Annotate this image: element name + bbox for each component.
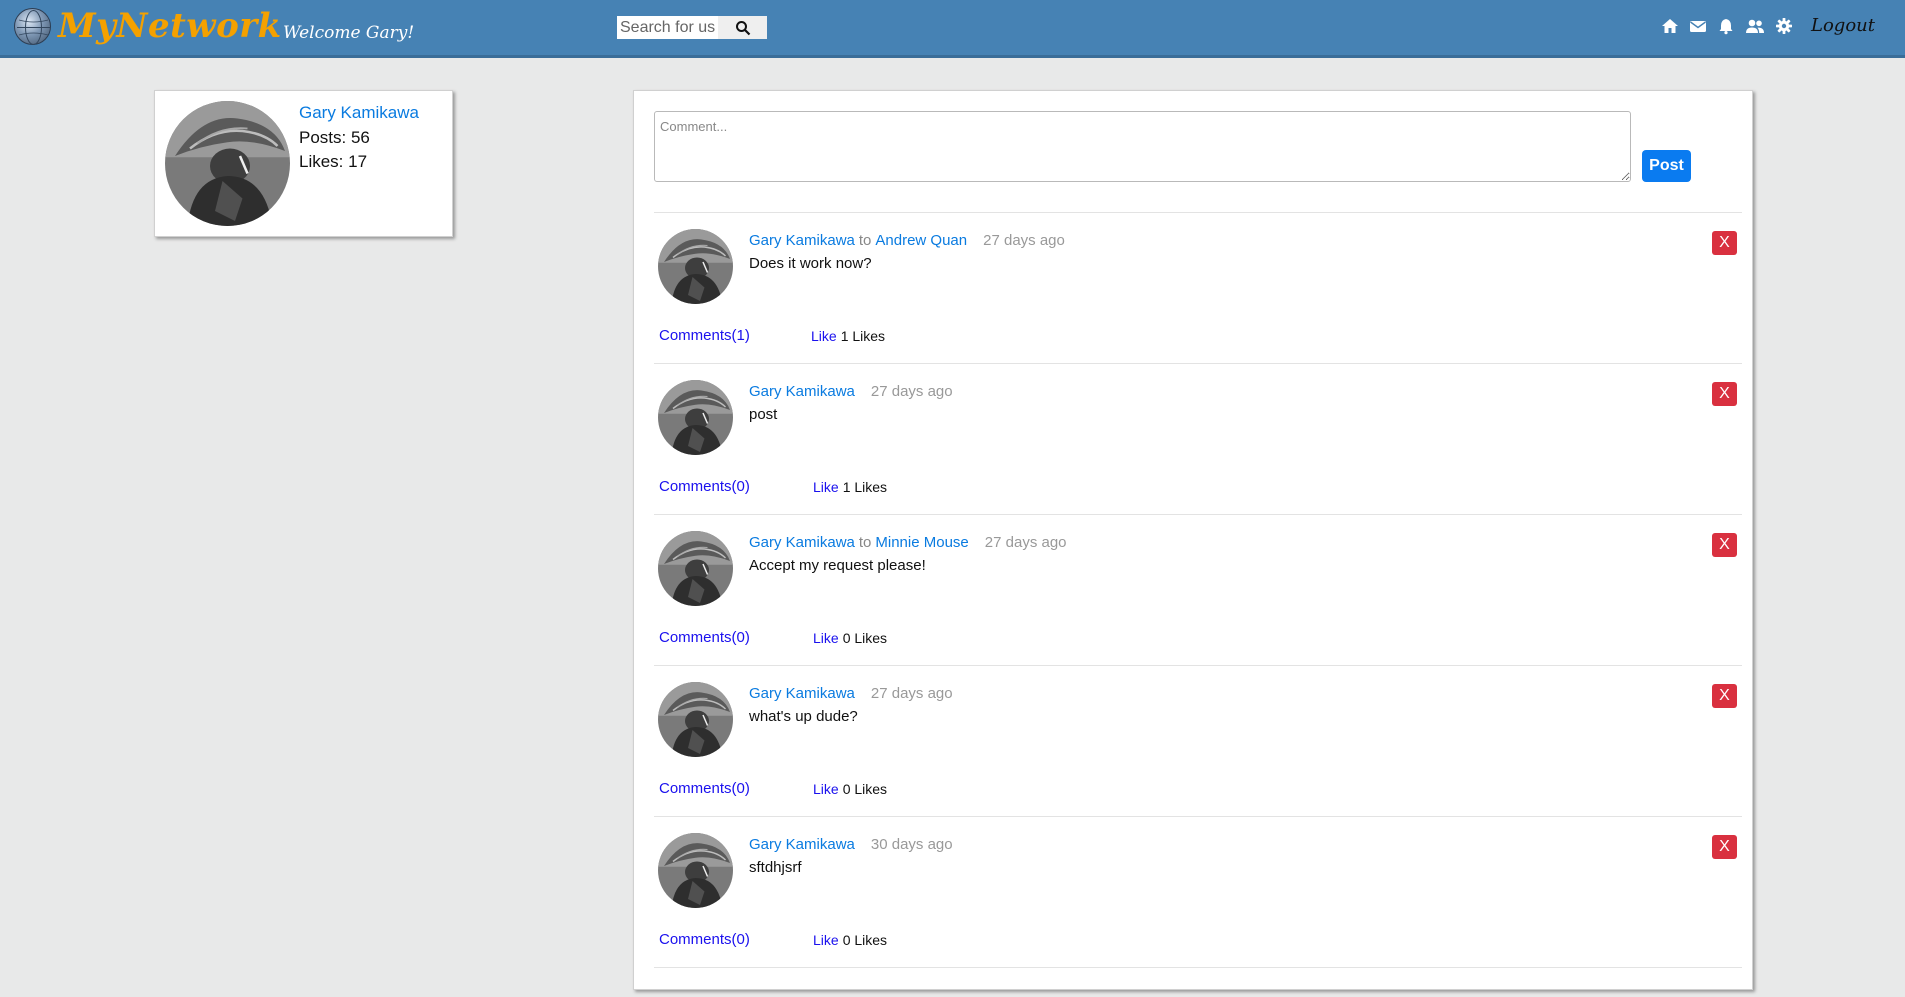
like-count: 1 Likes: [842, 479, 888, 495]
post-header: Gary Kamikawa to Minnie Mouse 27 days ago: [749, 534, 1067, 551]
feed-panel: Post Gary KamikawatoAndrew Quan27 days a…: [633, 90, 1753, 990]
delete-post-button[interactable]: X: [1712, 382, 1737, 406]
post-item: Gary Kamikawa to Minnie Mouse 27 days ago A…: [654, 514, 1742, 665]
like-count: 1 Likes: [840, 328, 886, 344]
like-count: 0 Likes: [842, 932, 888, 948]
post-text: post: [749, 406, 778, 423]
post-item: Gary Kamikawa to Andrew Quan 27 days ago Do…: [654, 212, 1742, 363]
post-text: Accept my request please!: [749, 557, 926, 574]
search-bar: [617, 16, 767, 39]
like-row: Like 1 Likes: [813, 479, 887, 495]
post-header: Gary Kamikawa to Andrew Quan 27 days ago: [749, 232, 1065, 249]
envelope-icon[interactable]: [1689, 17, 1707, 35]
post-item-partial: [654, 967, 1742, 997]
search-button[interactable]: [718, 16, 767, 39]
post-item: Gary Kamikawa 27 days ago post X Comments…: [654, 363, 1742, 514]
avatar[interactable]: [165, 101, 290, 226]
like-link[interactable]: Like: [813, 479, 839, 495]
post-author-link[interactable]: Gary Kamikawa: [749, 534, 855, 551]
post-item: Gary Kamikawa 30 days ago sftdhjsrf X Com…: [654, 816, 1742, 967]
comments-link[interactable]: Comments(0): [659, 780, 750, 797]
post-timestamp: 27 days ago: [983, 232, 1065, 249]
posts-count: Posts: 56: [299, 128, 370, 147]
globe-logo-icon[interactable]: [14, 8, 51, 45]
like-link[interactable]: Like: [813, 630, 839, 646]
post-header: Gary Kamikawa 27 days ago: [749, 383, 953, 400]
delete-post-button[interactable]: X: [1712, 533, 1737, 557]
search-input[interactable]: [617, 16, 718, 39]
like-link[interactable]: Like: [813, 932, 839, 948]
avatar[interactable]: [658, 682, 733, 757]
likes-count: Likes: 17: [299, 152, 368, 171]
home-icon[interactable]: [1661, 17, 1679, 35]
post-header: Gary Kamikawa 27 days ago: [749, 685, 953, 702]
post-author-link[interactable]: Gary Kamikawa: [749, 232, 855, 249]
nav-icon-group: Logout: [1661, 15, 1875, 36]
like-count: 0 Likes: [842, 781, 888, 797]
comments-link[interactable]: Comments(0): [659, 931, 750, 948]
comment-input[interactable]: [654, 111, 1631, 182]
logout-link[interactable]: Logout: [1811, 15, 1875, 36]
like-count: 0 Likes: [842, 630, 888, 646]
post-timestamp: 27 days ago: [870, 383, 953, 400]
post-timestamp: 27 days ago: [984, 534, 1067, 551]
delete-post-button[interactable]: X: [1712, 835, 1737, 859]
like-row: Like 0 Likes: [813, 630, 887, 646]
post-author-link[interactable]: Gary Kamikawa: [749, 383, 855, 400]
profile-card: Gary Kamikawa Posts: 56 Likes: 17: [154, 90, 453, 237]
users-icon[interactable]: [1745, 17, 1765, 35]
to-label: to: [858, 534, 872, 551]
like-row: Like 0 Likes: [813, 932, 887, 948]
profile-name-link[interactable]: Gary Kamikawa: [299, 103, 419, 123]
post-recipient-link[interactable]: Andrew Quan: [875, 232, 967, 249]
avatar[interactable]: [658, 531, 733, 606]
brand-logo[interactable]: MyNetwork: [58, 6, 282, 46]
top-navbar: MyNetwork Welcome Gary! Search for users…: [0, 0, 1905, 58]
post-text: what's up dude?: [749, 708, 858, 725]
post-author-link[interactable]: Gary Kamikawa: [749, 836, 855, 853]
like-row: Like 0 Likes: [813, 781, 887, 797]
post-item: Gary Kamikawa 27 days ago what's up dude?…: [654, 665, 1742, 816]
gear-icon[interactable]: [1775, 17, 1793, 35]
welcome-message: Welcome Gary!: [283, 23, 415, 43]
search-icon: [735, 20, 750, 35]
comments-link[interactable]: Comments(0): [659, 629, 750, 646]
post-header: Gary Kamikawa 30 days ago: [749, 836, 953, 853]
post-button[interactable]: Post: [1642, 150, 1691, 182]
post-text: sftdhjsrf: [749, 859, 802, 876]
avatar[interactable]: [658, 833, 733, 908]
delete-post-button[interactable]: X: [1712, 684, 1737, 708]
post-author-link[interactable]: Gary Kamikawa: [749, 685, 855, 702]
comments-link[interactable]: Comments(0): [659, 478, 750, 495]
avatar[interactable]: [658, 229, 733, 304]
delete-post-button[interactable]: X: [1712, 231, 1737, 255]
bell-icon[interactable]: [1717, 17, 1735, 35]
to-label: to: [858, 232, 872, 249]
post-timestamp: 30 days ago: [870, 836, 953, 853]
post-timestamp: 27 days ago: [870, 685, 953, 702]
post-text: Does it work now?: [749, 255, 872, 272]
comments-link[interactable]: Comments(1): [659, 327, 750, 344]
like-link[interactable]: Like: [811, 328, 837, 344]
post-recipient-link[interactable]: Minnie Mouse: [875, 534, 968, 551]
avatar[interactable]: [658, 380, 733, 455]
like-link[interactable]: Like: [813, 781, 839, 797]
like-row: Like 1 Likes: [811, 328, 885, 344]
